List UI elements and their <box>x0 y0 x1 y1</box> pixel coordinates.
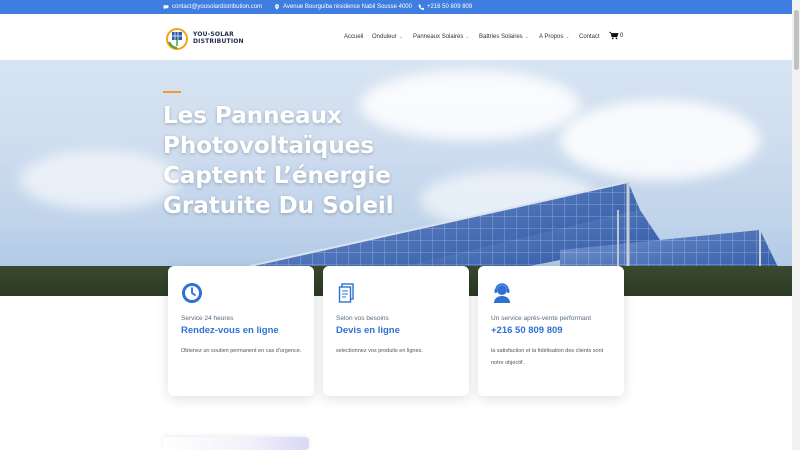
hero-accent-line <box>163 91 181 93</box>
card-title[interactable]: +216 50 809 809 <box>491 325 563 336</box>
top-info-bar: contact@yousolardistribution.com Avenue … <box>0 0 800 14</box>
nav-label: Onduleur <box>372 34 397 40</box>
chat-bubble-icon <box>163 4 169 10</box>
nav-item-panneaux-solaires[interactable]: Panneaux Solaires ⌄ <box>413 14 470 60</box>
hero-title-line: Gratuite Du Soleil <box>163 193 394 219</box>
nav-label: Panneaux Solaires <box>413 34 464 40</box>
hero-title-line: Les Panneaux <box>163 103 342 129</box>
feature-card-quote[interactable]: Selon vos besoins Devis en ligne selecti… <box>323 266 469 396</box>
page: contact@yousolardistribution.com Avenue … <box>0 0 800 450</box>
feature-card-appointment[interactable]: Service 24 heures Rendez-vous en ligne O… <box>168 266 314 396</box>
topbar-phone[interactable]: +216 50 809 809 <box>418 0 472 14</box>
page-scrollbar[interactable] <box>792 0 800 450</box>
topbar-address-text: Avenue Bourguiba résidence Nabil Sousse … <box>283 4 412 10</box>
card-description: Obtenez un soutien permanent en cas d'ur… <box>181 348 302 354</box>
next-section-card <box>163 437 309 450</box>
card-subtitle: Service 24 heures <box>181 315 234 322</box>
topbar-email[interactable]: contact@yousolardistribution.com <box>163 0 262 14</box>
card-description: la satisfaction et la fidélisation des c… <box>491 348 604 366</box>
cart-button[interactable]: 0 <box>609 31 623 40</box>
cart-count: 0 <box>620 32 624 39</box>
card-title[interactable]: Devis en ligne <box>336 325 400 336</box>
card-subtitle: Selon vos besoins <box>336 315 389 322</box>
topbar-email-text: contact@yousolardistribution.com <box>172 4 263 10</box>
hero-banner: Les Panneaux Photovoltaïques Captent L’é… <box>0 60 800 296</box>
topbar-address: Avenue Bourguiba résidence Nabil Sousse … <box>274 0 412 14</box>
nav-label: Battries Solaires <box>479 34 523 40</box>
chevron-down-icon: ⌄ <box>565 34 570 40</box>
card-title[interactable]: Rendez-vous en ligne <box>181 325 279 336</box>
hero-title: Les Panneaux Photovoltaïques Captent L’é… <box>163 101 423 221</box>
site-header: YOU-SOLAR DISTRIBUTION Accueil Onduleur … <box>0 14 800 60</box>
nav-item-battries-solaires[interactable]: Battries Solaires ⌄ <box>479 14 529 60</box>
topbar-phone-text: +216 50 809 809 <box>427 4 473 10</box>
feature-card-support[interactable]: Un service après-vente performant +216 5… <box>478 266 624 396</box>
nav-item-onduleur[interactable]: Onduleur ⌄ <box>372 14 403 60</box>
support-agent-icon <box>491 282 513 304</box>
map-pin-icon <box>274 4 280 10</box>
nav-label: A Propos <box>539 34 564 40</box>
chevron-down-icon: ⌄ <box>465 34 470 40</box>
nav-item-accueil[interactable]: Accueil <box>344 14 363 60</box>
nav-item-contact[interactable]: Contact <box>579 14 600 60</box>
hero-title-line: Captent L’énergie <box>163 163 391 189</box>
shopping-cart-icon <box>609 31 619 40</box>
nav-label: Contact <box>579 34 600 40</box>
phone-icon <box>418 4 424 10</box>
hero-title-line: Photovoltaïques <box>163 133 375 159</box>
main-navigation: Accueil Onduleur ⌄ Panneaux Solaires ⌄ B… <box>0 14 800 60</box>
document-icon <box>336 282 358 304</box>
card-description: selectionnez vos produits en lignes. <box>336 348 423 354</box>
nav-label: Accueil <box>344 34 364 40</box>
chevron-down-icon: ⌄ <box>398 34 403 40</box>
scrollbar-thumb[interactable] <box>793 10 799 70</box>
card-subtitle: Un service après-vente performant <box>491 315 592 322</box>
nav-item-a-propos[interactable]: A Propos ⌄ <box>539 14 570 60</box>
chevron-down-icon: ⌄ <box>524 34 529 40</box>
clock-icon <box>181 282 203 304</box>
